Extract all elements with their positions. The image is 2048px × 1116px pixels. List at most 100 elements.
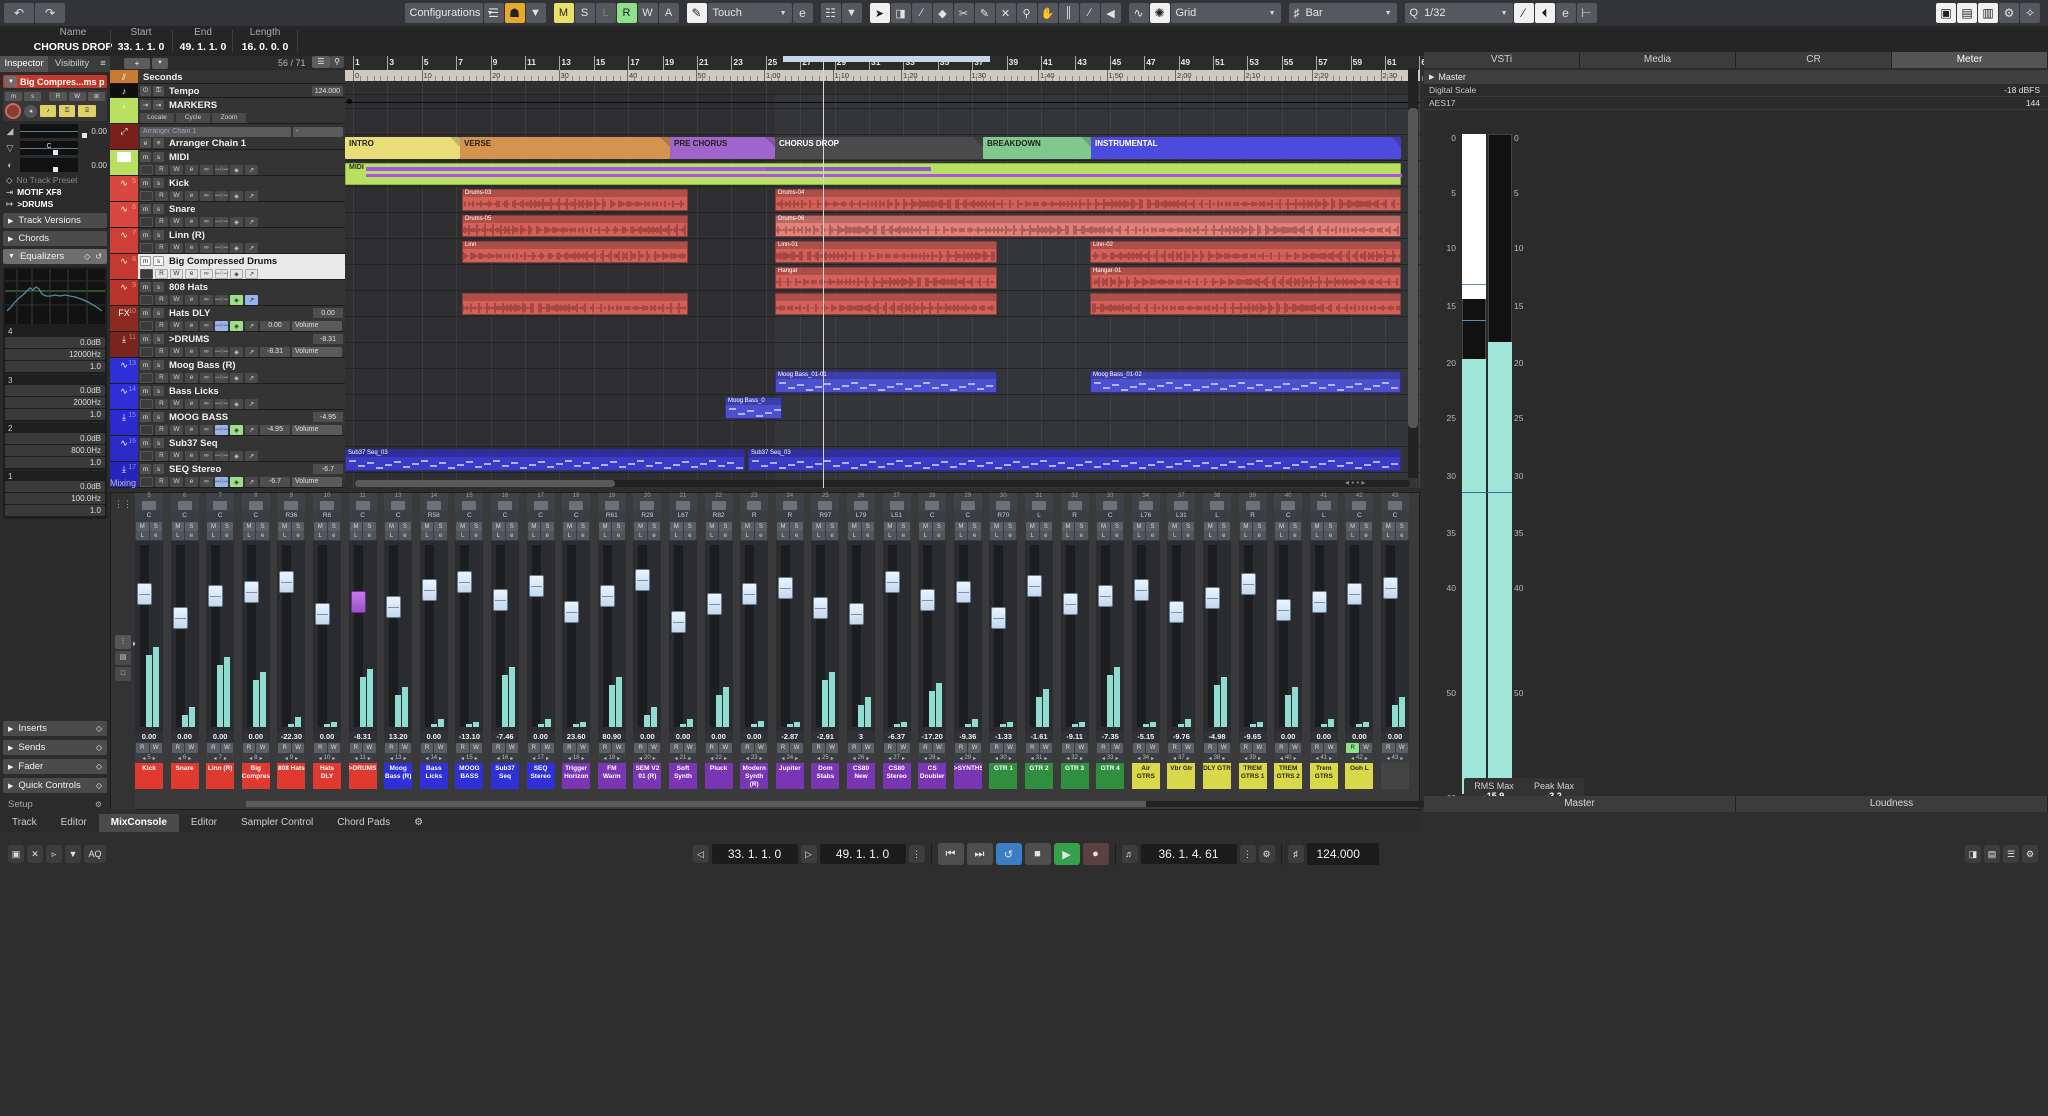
channel-gain-value[interactable]: 0.00	[1381, 731, 1409, 742]
channel-fader-area[interactable]	[1274, 541, 1303, 731]
arrange-icon[interactable]: ▣	[8, 845, 24, 863]
chevron-left-icon[interactable]: ◂	[853, 755, 856, 762]
track-body[interactable]: m s Sub37 Seq R We ∞ ─○─ ◈ ↗	[138, 436, 345, 461]
meter-view-icon[interactable]: ▤	[115, 651, 131, 665]
write-automation-button[interactable]: W	[170, 450, 183, 461]
mute-button[interactable]: M	[1026, 522, 1039, 531]
edit-channel-button[interactable]: e	[185, 372, 198, 383]
read-automation-button[interactable]: R	[1204, 743, 1217, 753]
channel-gain-value[interactable]: 0.00	[669, 731, 697, 742]
track-color-strip[interactable]: ∿ 16	[110, 436, 138, 461]
solo-button[interactable]: S	[1253, 522, 1266, 531]
audio-performance-icon[interactable]: ▤	[1984, 845, 2000, 863]
eq-band-gain-field[interactable]: 0.0dB	[5, 433, 105, 444]
setting-value[interactable]: -18 dBFS	[2004, 85, 2048, 95]
listen-button[interactable]: L	[919, 531, 932, 540]
channel-handle[interactable]	[1067, 501, 1082, 510]
edit-channel-button[interactable]: e	[185, 424, 198, 435]
mute-button[interactable]: M	[1310, 522, 1324, 531]
edit-channel-button[interactable]: e	[1146, 531, 1159, 540]
edit-channel-button[interactable]: e	[647, 531, 661, 540]
chevron-right-icon[interactable]: ▸	[1044, 755, 1047, 762]
read-automation-button[interactable]: R	[242, 743, 256, 753]
mute-button[interactable]: M	[171, 522, 185, 531]
track-color-strip[interactable]: FX 10	[110, 306, 138, 331]
record-button[interactable]: ●	[1082, 843, 1109, 865]
eq-slot-icon[interactable]: ◈	[230, 320, 243, 331]
draw-pencil-tool[interactable]: ✎	[974, 3, 995, 23]
mute-button[interactable]: M	[492, 522, 505, 531]
track-state-s-button[interactable]: S	[574, 3, 595, 23]
read-automation-button[interactable]: R	[492, 743, 505, 753]
edit-channel-button[interactable]: e	[185, 164, 198, 175]
write-automation-button[interactable]: W	[363, 743, 376, 753]
channel-handle[interactable]	[284, 501, 299, 510]
track-body[interactable]: m s Big Compressed Drums R We ∞ ─○─ ◈ ↗	[138, 254, 345, 279]
eq-slot-icon[interactable]: ◈	[230, 164, 243, 175]
write-automation-button[interactable]: W	[170, 372, 183, 383]
chevron-right-icon[interactable]: ▸	[795, 755, 798, 762]
edit-channel-button[interactable]: e	[185, 216, 198, 227]
fader-handle[interactable]	[279, 571, 295, 593]
write-automation-button[interactable]: W	[754, 743, 768, 753]
track-color-strip[interactable]: ⤓ 11	[110, 332, 138, 357]
mute-button[interactable]: M	[136, 522, 149, 531]
fader-handle[interactable]	[564, 601, 580, 623]
link-button[interactable]: ∞	[200, 190, 213, 201]
channel-fader-area[interactable]	[989, 541, 1018, 731]
chevron-right-icon[interactable]: ▸	[653, 755, 656, 762]
arrow-select-tool[interactable]: ➤	[869, 3, 890, 23]
channel-gain-value[interactable]: -7.46	[491, 731, 519, 742]
chevron-left-icon[interactable]: ◂	[178, 755, 181, 762]
edit-channel-button[interactable]: e	[185, 398, 198, 409]
solo-button[interactable]: S	[363, 522, 376, 531]
zoom-tool[interactable]: ⚲	[1016, 3, 1037, 23]
channel-handle[interactable]	[960, 501, 975, 510]
channel-gain-value[interactable]: 0.00	[526, 731, 555, 742]
marker-locate-button[interactable]: Locate	[140, 112, 174, 123]
read-automation-button[interactable]: R	[883, 743, 897, 753]
inspector-section-track-versions[interactable]: ▶ Track Versions	[3, 213, 107, 228]
eq-slot-icon[interactable]: ◈	[230, 268, 243, 279]
solo-button[interactable]: S	[256, 522, 269, 531]
tempo-activate-icon[interactable]: ⏻	[140, 86, 151, 96]
edit-channel-button[interactable]: e	[1039, 531, 1052, 540]
insert-slot-icon[interactable]: ─○─	[215, 398, 228, 409]
send-slot-icon[interactable]: ↗	[245, 294, 258, 305]
channel-fader-area[interactable]	[1203, 541, 1231, 731]
inspector-tab-inspector[interactable]: Inspector	[0, 56, 48, 72]
send-slot-icon[interactable]: ↗	[245, 398, 258, 409]
right-locator-field[interactable]: 49. 1. 1. 0	[819, 844, 906, 864]
channel-handle[interactable]	[391, 501, 406, 510]
channel-fader-area[interactable]	[704, 541, 733, 731]
channel-gain-value[interactable]: -9.36	[953, 731, 982, 742]
keyboard-icon[interactable]: ⌸	[78, 105, 96, 117]
eq-band-frequency-field[interactable]: 2000Hz	[5, 397, 105, 408]
track-body[interactable]: Seconds	[138, 70, 345, 83]
grid-type-dropdown[interactable]: ♯ Bar ▼	[1288, 3, 1397, 23]
seconds-ruler[interactable]: 010203040501:001:101:201:301:401:502:002…	[345, 70, 1444, 81]
track-state-r-button[interactable]: R	[616, 3, 637, 23]
lower-zone-tab-track[interactable]: Track	[0, 814, 49, 832]
write-automation-button[interactable]: W	[149, 743, 162, 753]
track-body[interactable]: m s MOOG BASS -4.95 R We ∞ ─○─ ◈ ↗ -4.95 Volume	[138, 410, 345, 435]
mute-button[interactable]: m	[140, 412, 151, 422]
left-locator-field[interactable]: 33. 1. 1. 0	[711, 844, 798, 864]
arranger-event[interactable]: VERSE	[460, 137, 670, 159]
fader-handle[interactable]	[1098, 585, 1114, 607]
listen-button[interactable]: L	[207, 531, 220, 540]
inspector-section-chords[interactable]: ▶ Chords	[3, 231, 107, 246]
chevron-right-icon[interactable]: ▸	[1080, 755, 1083, 762]
fader-handle[interactable]	[386, 596, 402, 618]
edit-channel-button[interactable]: e	[291, 531, 305, 540]
channel-fader-area[interactable]	[669, 541, 697, 731]
channel-handle[interactable]	[889, 501, 904, 510]
edit-channel-button[interactable]: e	[149, 531, 162, 540]
marker-zoom-button[interactable]: Zoom	[212, 112, 246, 123]
arranger-event[interactable]: PRE CHORUS	[670, 137, 775, 159]
mute-button[interactable]: m	[140, 204, 151, 214]
cycle-range-marker[interactable]	[783, 56, 990, 62]
add-track-button[interactable]: +	[124, 57, 150, 69]
read-automation-button[interactable]: R	[207, 743, 220, 753]
insert-slot-icon[interactable]: ─○─	[215, 242, 228, 253]
